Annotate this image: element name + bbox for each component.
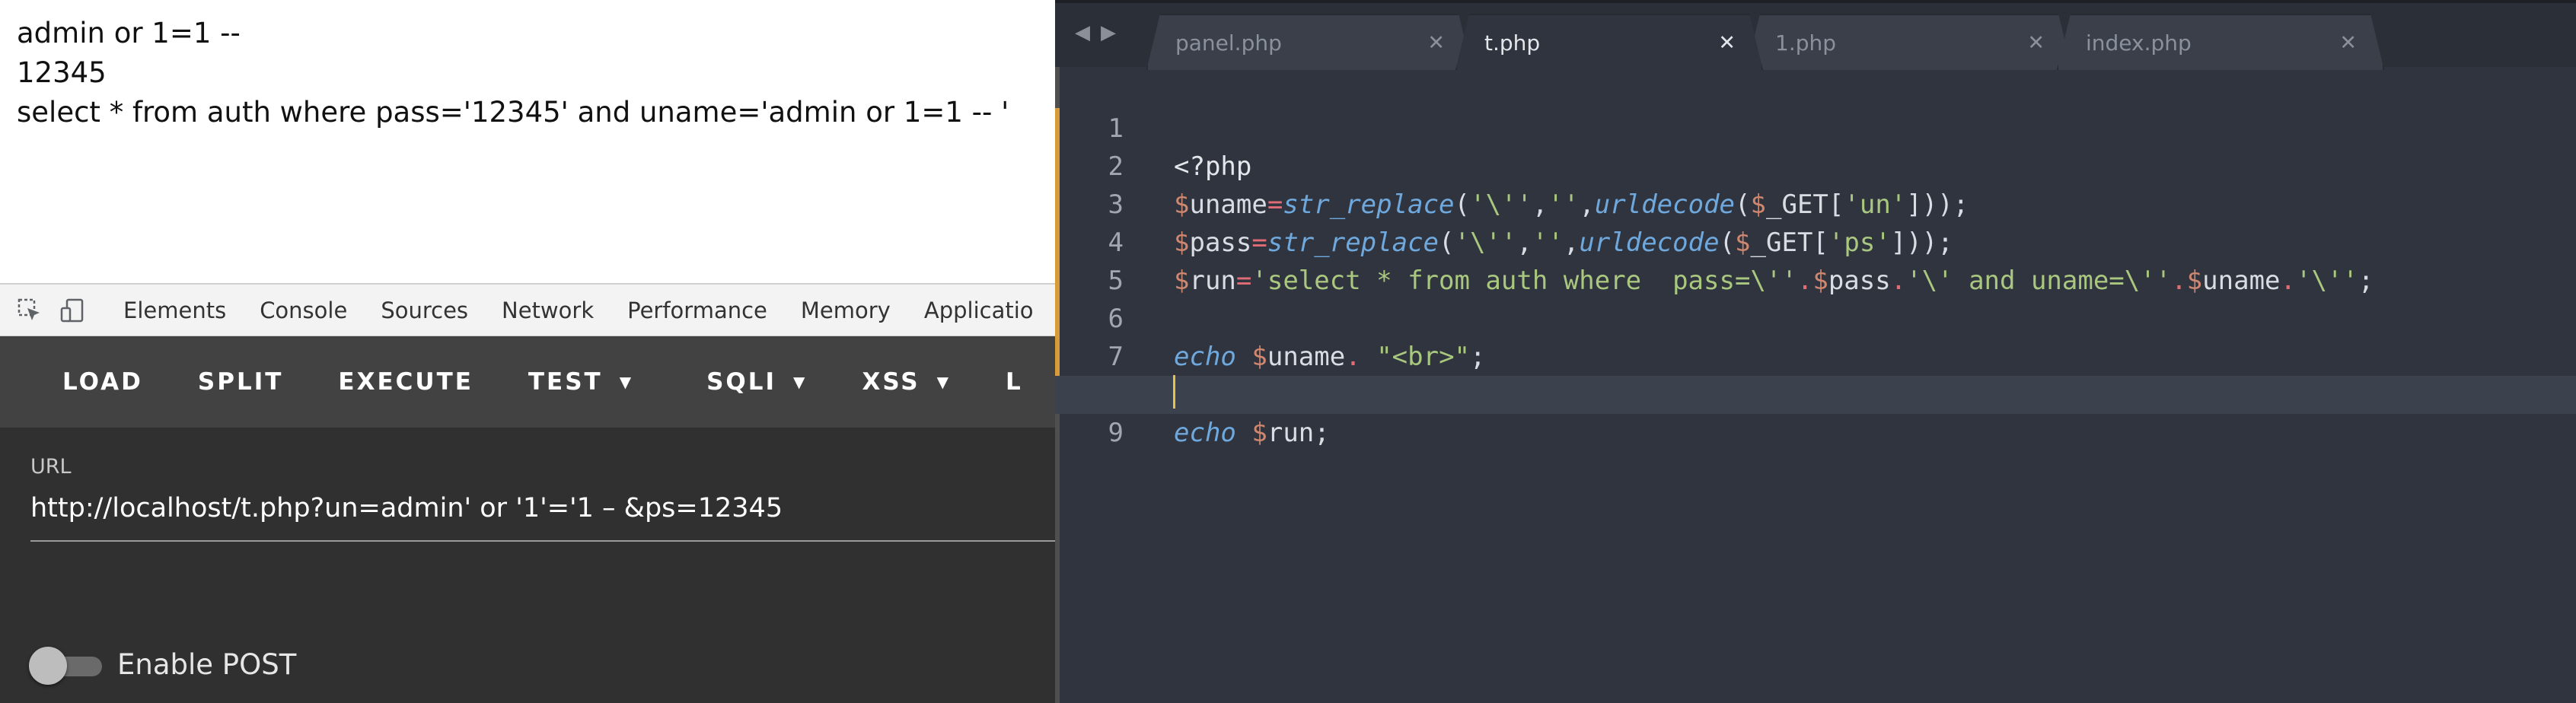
xss-menu-button[interactable]: XSS ▼ (862, 368, 951, 396)
tab-index-php[interactable]: index.php ✕ (2057, 14, 2384, 70)
page-output: admin or 1=1 -- 12345 select * from auth… (0, 0, 1055, 283)
load-button-label: LOAD (62, 368, 143, 396)
code-line-current: 9 (1055, 376, 2576, 448)
tab-t-php[interactable]: t.php ✕ (1455, 14, 1763, 70)
arrow-right-icon[interactable]: ▶ (1101, 21, 1116, 44)
code-token: $ (1251, 418, 1267, 448)
output-line-pass: 12345 (17, 56, 107, 89)
code-line: 3 $pass=str_replace('\'','',urldecode($_… (1055, 148, 2576, 258)
close-icon[interactable]: ✕ (1427, 31, 1445, 55)
devtools-tab-application[interactable]: Applicatio (924, 297, 1034, 323)
caret-down-icon: ▼ (793, 373, 808, 391)
tab-panel-php[interactable]: panel.php ✕ (1146, 14, 1472, 70)
code-token: echo (1174, 418, 1236, 448)
browser-window: admin or 1=1 -- 12345 select * from auth… (0, 0, 1055, 703)
caret-down-icon: ▼ (936, 373, 951, 391)
devtools-tab-memory[interactable]: Memory (801, 297, 891, 323)
split-button[interactable]: SPLIT (198, 368, 283, 396)
tab-1-php[interactable]: 1.php ✕ (1746, 14, 2072, 70)
devtools-tab-elements[interactable]: Elements (123, 297, 226, 323)
xss-menu-label: XSS (862, 368, 920, 396)
code-line: 8 echo $run; (1055, 338, 2576, 448)
load-button[interactable]: LOAD (62, 368, 143, 396)
code-text: echo $run; (1174, 414, 1330, 452)
code-editor: ◀ ▶ panel.php ✕ 1.php ✕ index.php ✕ t.ph… (1055, 0, 2576, 703)
lfi-menu-button[interactable]: L (1006, 368, 1023, 396)
devtools-tab-network[interactable]: Network (502, 297, 594, 323)
hackbar-toolbar: LOAD SPLIT EXECUTE TEST ▼ SQLI ▼ XSS ▼ L (0, 336, 1055, 428)
close-icon[interactable]: ✕ (2027, 31, 2045, 55)
code-line: 1 <?php (1055, 72, 2576, 182)
arrow-left-icon[interactable]: ◀ (1075, 21, 1090, 44)
enable-post-toggle[interactable] (29, 647, 104, 685)
sqli-menu-button[interactable]: SQLI ▼ (706, 368, 807, 396)
split-button-label: SPLIT (197, 368, 284, 396)
line-number: 9 (1108, 418, 1124, 448)
inspect-cursor-icon[interactable] (17, 297, 43, 323)
tab-label: panel.php (1175, 30, 1282, 56)
test-menu-label: TEST (528, 368, 603, 396)
tab-label: 1.php (1775, 30, 1837, 56)
enable-post-label: Enable POST (117, 648, 297, 681)
url-input[interactable]: http://localhost/t.php?un=admin' or '1'=… (30, 484, 1055, 542)
caret-down-icon: ▼ (619, 373, 634, 391)
device-toggle-icon[interactable] (59, 297, 85, 323)
tab-label: index.php (2086, 30, 2192, 56)
close-icon[interactable]: ✕ (1718, 31, 1736, 55)
editor-tab-bar: ◀ ▶ panel.php ✕ 1.php ✕ index.php ✕ t.ph… (1055, 0, 2576, 67)
devtools-tab-performance[interactable]: Performance (627, 297, 767, 323)
output-line-uname: admin or 1=1 -- (17, 17, 241, 49)
devtools-tab-console[interactable]: Console (260, 297, 347, 323)
url-label: URL (30, 455, 72, 479)
test-menu-button[interactable]: TEST ▼ (528, 368, 633, 396)
code-token: ; (1314, 418, 1330, 448)
code-line: 5 (1055, 224, 2576, 296)
text-caret (1173, 375, 1175, 409)
code-line: 2 $uname=str_replace('\'','',urldecode($… (1055, 110, 2576, 220)
tab-navigation: ◀ ▶ (1075, 21, 1127, 44)
lfi-menu-label: L (1006, 368, 1023, 396)
code-area[interactable]: 1 <?php 2 $uname=str_replace('\'','',url… (1055, 67, 2576, 703)
output-line-query: select * from auth where pass='12345' an… (17, 96, 1009, 129)
code-token: run (1267, 418, 1315, 448)
code-line: 7 echo $pass. "<br>"; (1055, 300, 2576, 410)
toggle-thumb (29, 647, 67, 685)
devtools-tab-sources[interactable]: Sources (381, 297, 468, 323)
execute-button-label: EXECUTE (338, 368, 473, 396)
sqli-menu-label: SQLI (706, 368, 777, 396)
execute-button[interactable]: EXECUTE (338, 368, 473, 396)
tab-label: t.php (1484, 30, 1541, 56)
code-line: 6 echo $uname. "<br>"; (1055, 262, 2576, 372)
code-line: 4 $run='select * from auth where pass=\'… (1055, 186, 2576, 296)
close-icon[interactable]: ✕ (2339, 31, 2357, 55)
devtools-tab-bar: Elements Console Sources Network Perform… (0, 283, 1055, 336)
